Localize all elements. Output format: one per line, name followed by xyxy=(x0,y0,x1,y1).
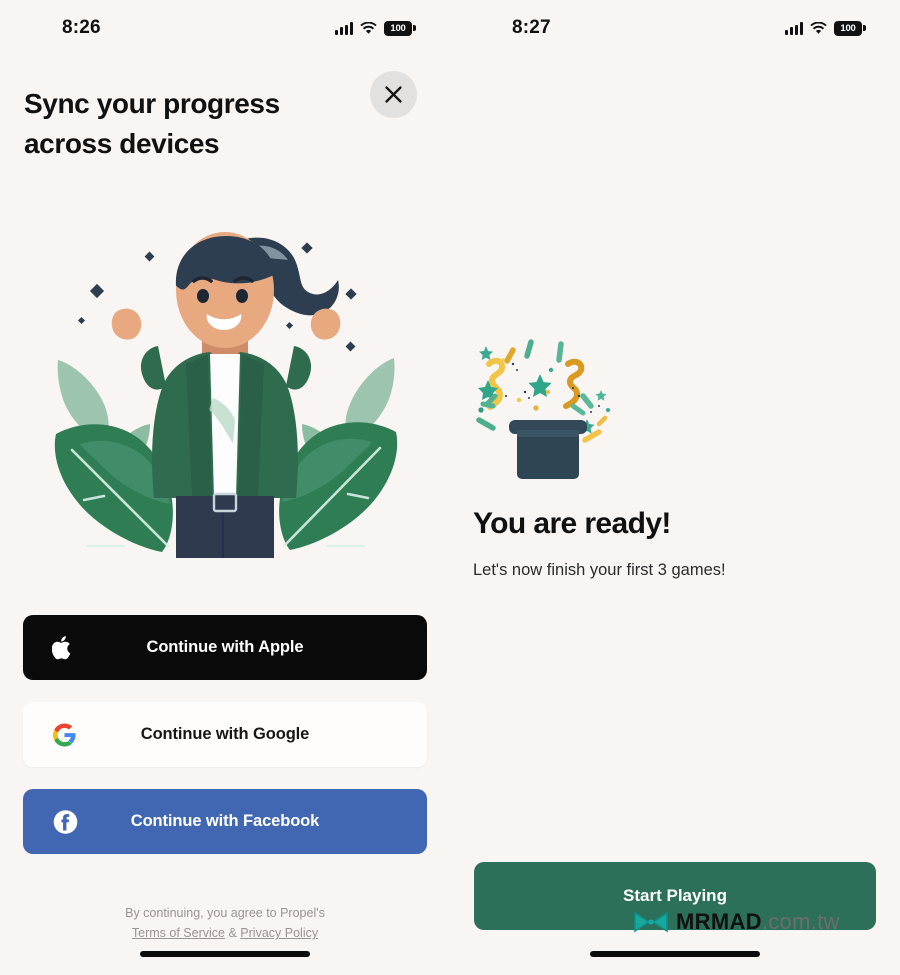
google-logo-icon xyxy=(52,722,77,747)
apple-button-label: Continue with Apple xyxy=(146,638,304,656)
battery-icon: 100 xyxy=(384,20,416,36)
continue-with-google-button[interactable]: Continue with Google xyxy=(23,702,427,767)
wifi-icon xyxy=(360,21,377,34)
ready-subtitle: Let's now finish your first 3 games! xyxy=(473,561,726,579)
apple-logo-icon xyxy=(52,635,74,661)
facebook-button-label: Continue with Facebook xyxy=(130,812,320,830)
mrmad-watermark: MRMAD.com.tw xyxy=(633,909,840,935)
start-playing-label: Start Playing xyxy=(623,886,727,905)
status-bar-time: 8:26 xyxy=(62,17,101,38)
watermark-text: MRMAD.com.tw xyxy=(676,909,840,935)
status-bar-left: 8:26 100 xyxy=(0,0,450,56)
privacy-policy-link[interactable]: Privacy Policy xyxy=(240,926,318,940)
wifi-icon xyxy=(810,21,827,34)
terms-of-service-link[interactable]: Terms of Service xyxy=(132,926,225,940)
mrmad-butterfly-logo-icon xyxy=(634,911,668,933)
close-button[interactable] xyxy=(370,71,417,118)
status-bar-right: 8:27 100 xyxy=(450,0,900,56)
status-bar-indicators: 100 xyxy=(335,20,416,36)
cellular-bars-icon xyxy=(785,21,803,35)
status-bar-indicators: 100 xyxy=(785,20,866,36)
left-phone-screen: 8:26 100 Sync your progress across devic… xyxy=(0,0,450,975)
status-bar-time: 8:27 xyxy=(512,17,551,38)
battery-level: 100 xyxy=(840,22,856,34)
celebrating-woman-illustration xyxy=(54,232,398,558)
magic-hat-confetti-illustration xyxy=(476,339,610,479)
continue-with-facebook-button[interactable]: Continue with Facebook xyxy=(23,789,427,854)
right-phone-screen: 8:27 100 xyxy=(450,0,900,975)
ready-title: You are ready! xyxy=(473,507,671,540)
battery-icon: 100 xyxy=(834,20,866,36)
close-icon xyxy=(385,86,402,103)
cellular-bars-icon xyxy=(335,21,353,35)
legal-separator: & xyxy=(225,926,241,940)
home-indicator-left[interactable] xyxy=(140,951,310,957)
legal-disclaimer: By continuing, you agree to Propel's Ter… xyxy=(0,903,450,943)
battery-level: 100 xyxy=(390,22,406,34)
page-title: Sync your progress across devices xyxy=(24,88,280,159)
continue-with-apple-button[interactable]: Continue with Apple xyxy=(23,615,427,680)
facebook-logo-icon xyxy=(52,808,79,835)
legal-links: Terms of Service & Privacy Policy xyxy=(0,923,450,943)
google-button-label: Continue with Google xyxy=(140,725,310,743)
auth-button-group: Continue with Apple Continue with Google xyxy=(23,615,427,876)
legal-prefix: By continuing, you agree to Propel's xyxy=(125,906,325,920)
dual-screenshot-container: 8:26 100 Sync your progress across devic… xyxy=(0,0,900,975)
home-indicator-right[interactable] xyxy=(590,951,760,957)
watermark-domain: .com.tw xyxy=(761,909,840,934)
watermark-brand: MRMAD xyxy=(676,909,762,934)
